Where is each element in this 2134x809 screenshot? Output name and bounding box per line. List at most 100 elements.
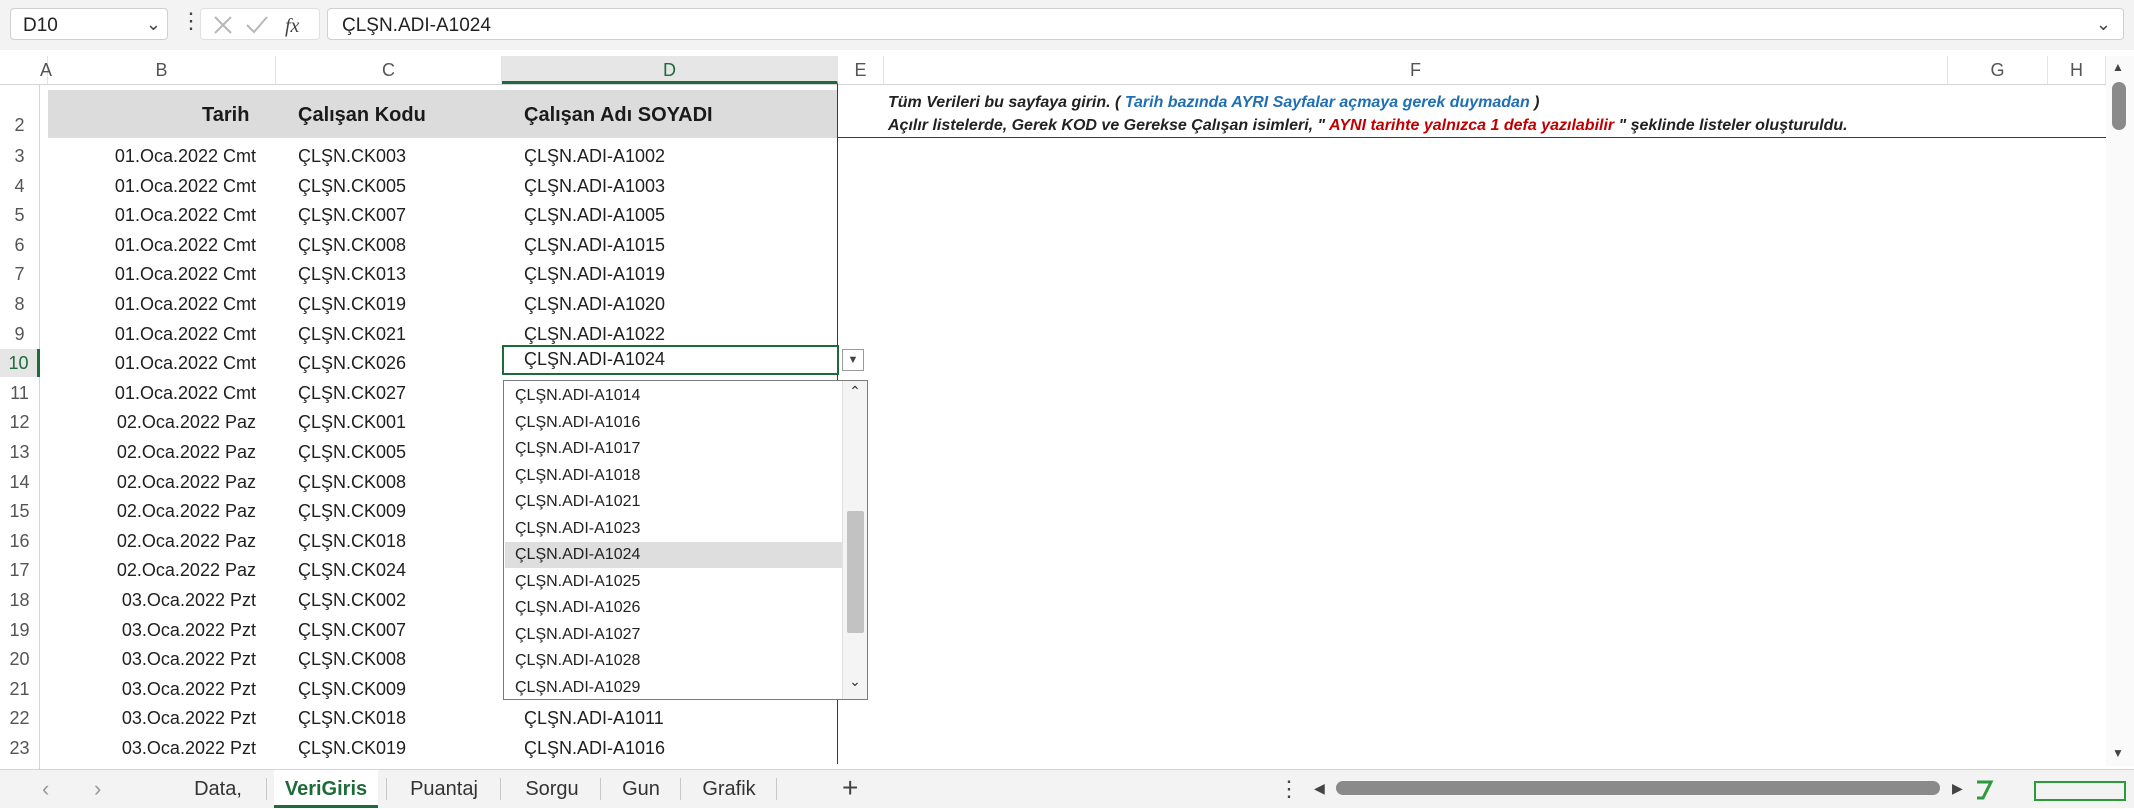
cell-tarih[interactable]: 03.Oca.2022 Pzt <box>122 738 256 759</box>
cell-calisan-adi[interactable]: ÇLŞN.ADI-A1022 <box>524 324 665 345</box>
cell-tarih[interactable]: 03.Oca.2022 Pzt <box>122 708 256 729</box>
dropdown-item[interactable]: ÇLŞN.ADI-A1025 <box>505 569 843 595</box>
cell-tarih[interactable]: 01.Oca.2022 Cmt <box>115 383 256 404</box>
row-header[interactable]: 16 <box>0 527 40 555</box>
cell-calisan-adi[interactable]: ÇLŞN.ADI-A1011 <box>524 708 664 729</box>
tab-grafik[interactable]: Grafik <box>692 770 766 808</box>
cell-calisan-adi[interactable]: ÇLŞN.ADI-A1015 <box>524 235 665 256</box>
chevron-left-icon[interactable]: ‹ <box>42 776 49 802</box>
column-header-d[interactable]: D <box>502 56 838 84</box>
cancel-icon[interactable] <box>214 16 232 34</box>
cell-tarih[interactable]: 03.Oca.2022 Pzt <box>122 590 256 611</box>
chevron-right-icon[interactable]: › <box>94 776 101 802</box>
cell-tarih[interactable]: 02.Oca.2022 Paz <box>117 501 256 522</box>
cell-calisan-kodu[interactable]: ÇLŞN.CK018 <box>298 531 406 552</box>
cell-calisan-adi[interactable]: ÇLŞN.ADI-A1002 <box>524 146 665 167</box>
more-tabs-icon[interactable]: ⋮ <box>1278 776 1300 802</box>
row-header[interactable]: 12 <box>0 408 40 436</box>
scroll-up-icon[interactable]: ⌃ <box>843 383 867 400</box>
dropdown-item[interactable]: ÇLŞN.ADI-A1023 <box>505 516 843 542</box>
dropdown-item[interactable]: ÇLŞN.ADI-A1028 <box>505 648 843 674</box>
row-header[interactable]: 17 <box>0 556 40 584</box>
cell-calisan-kodu[interactable]: ÇLŞN.CK001 <box>298 412 406 433</box>
function-icon[interactable]: fx <box>285 15 300 37</box>
row-header[interactable]: 19 <box>0 616 40 644</box>
cell-tarih[interactable]: 02.Oca.2022 Paz <box>117 560 256 581</box>
row-header[interactable]: 13 <box>0 438 40 466</box>
cell-calisan-kodu[interactable]: ÇLŞN.CK002 <box>298 590 406 611</box>
row-header[interactable]: 10 <box>0 349 40 377</box>
row-header[interactable]: 21 <box>0 675 40 703</box>
cell-calisan-kodu[interactable]: ÇLŞN.CK019 <box>298 738 406 759</box>
row-header[interactable]: 22 <box>0 704 40 732</box>
scroll-down-icon[interactable]: ▼ <box>2112 746 2124 760</box>
cell-tarih[interactable]: 03.Oca.2022 Pzt <box>122 679 256 700</box>
expand-formula-icon[interactable]: ⌄ <box>2096 14 2111 35</box>
row-header[interactable]: 23 <box>0 734 40 762</box>
cell-calisan-adi[interactable]: ÇLŞN.ADI-A1016 <box>524 738 665 759</box>
cell-calisan-kodu[interactable]: ÇLŞN.CK009 <box>298 679 406 700</box>
column-header-h[interactable]: H <box>2048 56 2106 84</box>
column-header-a[interactable]: A <box>40 56 52 84</box>
dropdown-item[interactable]: ÇLŞN.ADI-A1018 <box>505 463 843 489</box>
row-header[interactable]: 5 <box>0 201 40 229</box>
column-header-c[interactable]: C <box>276 56 502 84</box>
tab-verigiris[interactable]: VeriGiris <box>274 770 378 808</box>
formula-input[interactable]: ÇLŞN.ADI-A1024 ⌄ <box>327 8 2124 40</box>
cell-tarih[interactable]: 03.Oca.2022 Pzt <box>122 649 256 670</box>
chevron-down-icon[interactable]: ⌄ <box>146 14 161 35</box>
cell-calisan-kodu[interactable]: ÇLŞN.CK003 <box>298 146 406 167</box>
dropdown-item[interactable]: ÇLŞN.ADI-A1014 <box>505 383 843 409</box>
row-header[interactable]: 8 <box>0 290 40 318</box>
cell-tarih[interactable]: 01.Oca.2022 Cmt <box>115 176 256 197</box>
name-box[interactable]: D10 ⌄ <box>10 8 168 40</box>
dropdown-item[interactable]: ÇLŞN.ADI-A1024 <box>505 542 843 568</box>
cell-calisan-kodu[interactable]: ÇLŞN.CK013 <box>298 264 406 285</box>
row-header[interactable]: 2 <box>0 112 40 138</box>
tab-puantaj[interactable]: Puantaj <box>398 770 490 808</box>
cell-tarih[interactable]: 01.Oca.2022 Cmt <box>115 235 256 256</box>
column-header-e[interactable]: E <box>838 56 884 84</box>
cell-calisan-kodu[interactable]: ÇLŞN.CK005 <box>298 442 406 463</box>
cell-calisan-kodu[interactable]: ÇLŞN.CK018 <box>298 708 406 729</box>
tab-gun[interactable]: Gun <box>612 770 670 808</box>
cell-calisan-kodu[interactable]: ÇLŞN.CK024 <box>298 560 406 581</box>
scroll-up-icon[interactable]: ▲ <box>2112 60 2124 74</box>
vertical-scroll-thumb[interactable] <box>2112 82 2126 130</box>
cell-calisan-kodu[interactable]: ÇLŞN.CK009 <box>298 501 406 522</box>
cell-tarih[interactable]: 01.Oca.2022 Cmt <box>115 324 256 345</box>
column-header-b[interactable]: B <box>48 56 276 84</box>
cell-tarih[interactable]: 01.Oca.2022 Cmt <box>115 264 256 285</box>
cell-calisan-kodu[interactable]: ÇLŞN.CK005 <box>298 176 406 197</box>
cell-tarih[interactable]: 03.Oca.2022 Pzt <box>122 620 256 641</box>
cell-tarih[interactable]: 01.Oca.2022 Cmt <box>115 294 256 315</box>
add-sheet-icon[interactable]: + <box>842 772 858 804</box>
cell-tarih[interactable]: 02.Oca.2022 Paz <box>117 472 256 493</box>
row-header[interactable]: 6 <box>0 231 40 259</box>
dropdown-item[interactable]: ÇLŞN.ADI-A1029 <box>505 675 843 701</box>
cell-calisan-adi[interactable]: ÇLŞN.ADI-A1003 <box>524 176 665 197</box>
cell-calisan-kodu[interactable]: ÇLŞN.CK008 <box>298 472 406 493</box>
column-header-g[interactable]: G <box>1948 56 2048 84</box>
cell-calisan-kodu[interactable]: ÇLŞN.CK007 <box>298 620 406 641</box>
row-header[interactable]: 7 <box>0 260 40 288</box>
horizontal-scroll-thumb[interactable] <box>1336 781 1940 795</box>
cell-tarih[interactable]: 02.Oca.2022 Paz <box>117 442 256 463</box>
dropdown-arrow-icon[interactable]: ▼ <box>842 349 864 371</box>
row-header[interactable]: 11 <box>0 379 40 407</box>
row-header[interactable]: 15 <box>0 497 40 525</box>
dropdown-item[interactable]: ÇLŞN.ADI-A1021 <box>505 489 843 515</box>
validation-dropdown-list[interactable]: ÇLŞN.ADI-A1014 ÇLŞN.ADI-A1016 ÇLŞN.ADI-A10… <box>503 380 868 700</box>
cell-calisan-kodu[interactable]: ÇLŞN.CK008 <box>298 649 406 670</box>
column-header-f[interactable]: F <box>884 56 1948 84</box>
enter-icon[interactable] <box>246 16 268 34</box>
dropdown-item[interactable]: ÇLŞN.ADI-A1026 <box>505 595 843 621</box>
dropdown-scrollbar[interactable]: ⌃ ⌄ <box>842 381 867 699</box>
row-header[interactable]: 20 <box>0 645 40 673</box>
row-header[interactable]: 9 <box>0 320 40 348</box>
tab-sorgu[interactable]: Sorgu <box>512 770 592 808</box>
cell-tarih[interactable]: 01.Oca.2022 Cmt <box>115 146 256 167</box>
cell-calisan-kodu[interactable]: ÇLŞN.CK019 <box>298 294 406 315</box>
row-header[interactable]: 18 <box>0 586 40 614</box>
scroll-right-icon[interactable]: ▶ <box>1952 780 1963 797</box>
